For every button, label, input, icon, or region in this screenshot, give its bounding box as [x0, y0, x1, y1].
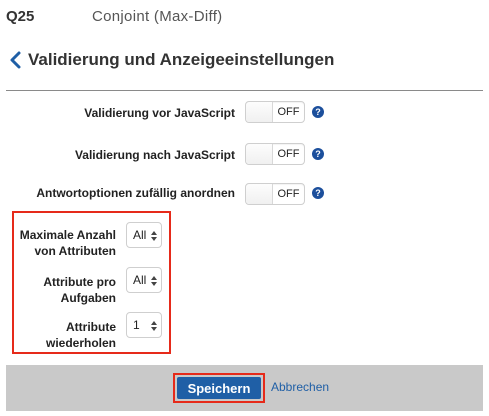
toggle-state: OFF: [277, 148, 300, 160]
toggle-state: OFF: [277, 188, 300, 200]
question-number: Q25: [6, 8, 35, 25]
help-icon[interactable]: ?: [312, 148, 324, 160]
select-label-max-attributes: Maximale Anzahl von Attributen: [19, 228, 116, 258]
divider: [6, 90, 483, 91]
updown-arrows-icon: [151, 231, 157, 241]
toggle-label-randomize-options: Antwortoptionen zufällig anordnen: [36, 186, 235, 200]
select-attributes-per-task[interactable]: All: [126, 267, 162, 293]
save-highlight: Speichern: [173, 373, 265, 403]
help-icon[interactable]: ?: [312, 187, 324, 199]
toggle-state: OFF: [277, 106, 300, 118]
select-value: 1: [133, 318, 140, 332]
save-button[interactable]: Speichern: [177, 377, 261, 399]
cancel-link[interactable]: Abbrechen: [271, 380, 329, 394]
help-icon[interactable]: ?: [312, 106, 324, 118]
updown-arrows-icon: [151, 276, 157, 286]
back-to-settings[interactable]: Validierung und Anzeigeeinstellungen: [8, 50, 334, 70]
chevron-left-icon: [10, 51, 21, 69]
question-title: Conjoint (Max-Diff): [92, 8, 223, 25]
select-value: All: [133, 273, 147, 287]
toggle-validation-before-js[interactable]: OFF: [245, 101, 305, 123]
updown-arrows-icon: [151, 321, 157, 331]
select-label-attributes-per-task: Attribute pro Aufgaben: [43, 275, 116, 305]
toggle-label-validation-after-js: Validierung nach JavaScript: [74, 148, 235, 162]
question-header: Q25 Conjoint (Max-Diff): [6, 8, 222, 28]
toggle-knob: [246, 184, 273, 204]
toggle-validation-after-js[interactable]: OFF: [245, 143, 305, 165]
select-value: All: [133, 228, 147, 242]
select-repeat-attributes[interactable]: 1: [126, 312, 162, 338]
toggle-knob: [246, 102, 273, 122]
select-label-repeat-attributes: Attribute wiederholen: [45, 320, 116, 350]
toggle-knob: [246, 144, 273, 164]
select-max-attributes[interactable]: All: [126, 222, 162, 248]
toggle-randomize-options[interactable]: OFF: [245, 183, 305, 205]
toggle-label-validation-before-js: Validierung vor JavaScript: [84, 106, 235, 120]
footer-bar: Speichern Abbrechen: [6, 365, 483, 411]
panel-title: Validierung und Anzeigeeinstellungen: [28, 50, 335, 69]
